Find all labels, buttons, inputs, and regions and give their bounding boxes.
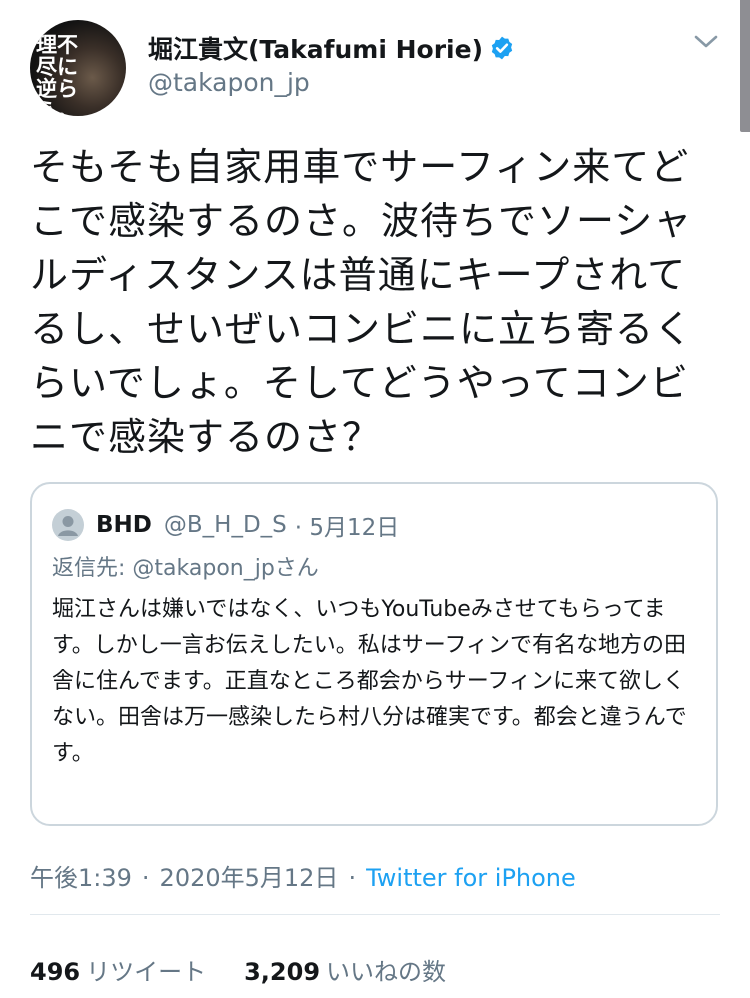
like-count[interactable]: 3,209 いいねの数	[244, 952, 446, 987]
quote-reply-to: 返信先: @takapon_jpさん	[52, 556, 319, 581]
tweet-stats: 496 リツイート 3,209 いいねの数	[30, 952, 484, 987]
meta-separator: ·	[141, 864, 150, 892]
author-avatar[interactable]: 理不尽に逆らえ。	[30, 20, 126, 116]
display-name-text: 堀江貴文(Takafumi Horie)	[148, 35, 483, 64]
quote-author-name: BHD	[96, 512, 152, 538]
avatar-text: 理不尽に逆らえ。	[36, 33, 78, 116]
scrollbar[interactable]	[740, 0, 750, 132]
tweet-text: そもそも自家用車でサーフィン来てどこで感染するのさ。波待ちでソーシャルディスタン…	[30, 145, 694, 459]
tweet-date: 2020年5月12日	[159, 864, 339, 892]
author-handle[interactable]: @takapon_jp	[148, 68, 310, 97]
quote-header: BHD @B_H_D_S · 5月12日	[52, 508, 399, 542]
meta-separator: ·	[348, 864, 357, 892]
quote-author-handle: @B_H_D_S	[163, 512, 287, 538]
tweet-meta: 午後1:39 · 2020年5月12日 · Twitter for iPhone	[30, 858, 576, 893]
author-display-name[interactable]: 堀江貴文(Takafumi Horie)	[148, 30, 515, 66]
quote-date: · 5月12日	[294, 515, 400, 541]
tweet-time: 午後1:39	[30, 864, 132, 892]
retweet-number: 496	[30, 958, 81, 986]
quote-text: 堀江さんは嫌いではなく、いつもYouTubeみさせてもらってます。しかし一言お伝…	[52, 597, 687, 766]
retweet-count[interactable]: 496 リツイート	[30, 952, 206, 987]
divider	[30, 914, 720, 915]
retweet-label: リツイート	[86, 958, 207, 986]
default-avatar-icon	[52, 509, 84, 541]
source-link[interactable]: Twitter for iPhone	[366, 864, 576, 892]
verified-badge-icon	[491, 36, 513, 60]
chevron-down-icon[interactable]	[692, 32, 720, 52]
like-label: いいねの数	[326, 958, 447, 986]
quoted-tweet-card[interactable]: BHD @B_H_D_S · 5月12日 返信先: @takapon_jpさん …	[30, 482, 718, 826]
like-number: 3,209	[244, 958, 321, 986]
